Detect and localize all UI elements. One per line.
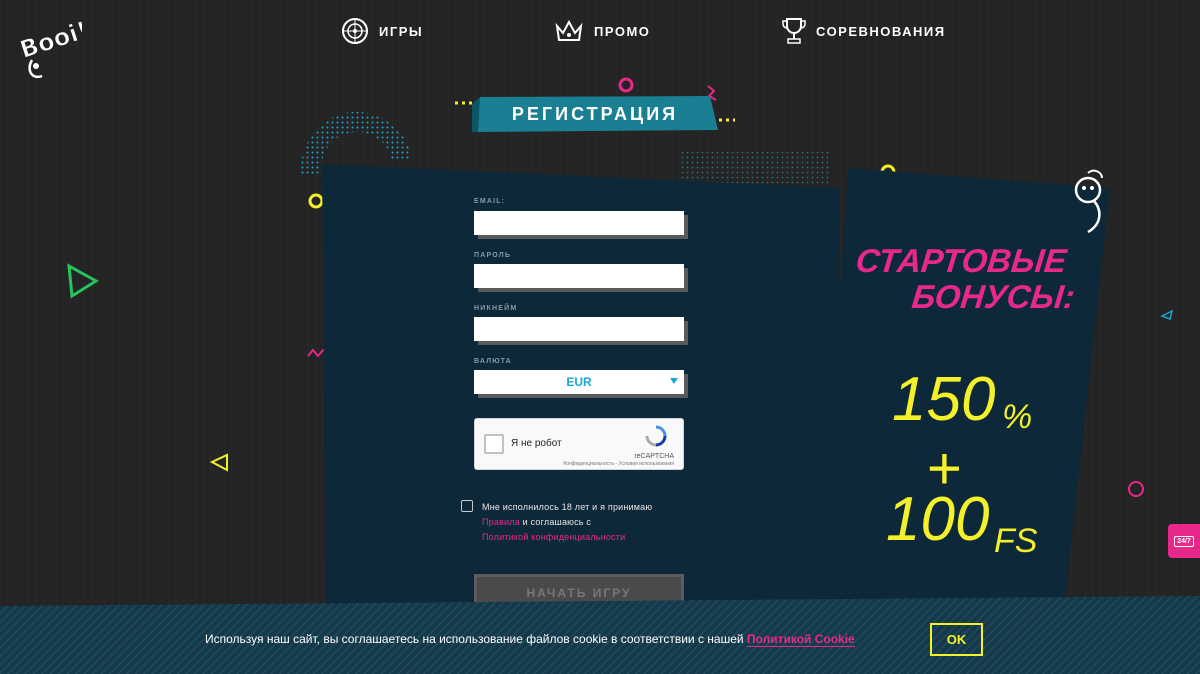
nickname-label: НИКНЕЙМ bbox=[474, 305, 518, 312]
cookie-message: Используя наш сайт, вы соглашаетесь на и… bbox=[205, 632, 855, 647]
cookie-ok-button[interactable]: OK bbox=[930, 623, 983, 656]
currency-value: EUR bbox=[566, 375, 592, 389]
recaptcha-icon bbox=[645, 425, 667, 447]
main-nav: ИГРЫ ПРОМО СОРЕВНОВАНИЯ bbox=[0, 14, 1200, 48]
registration-title: РЕГИСТРАЦИЯ bbox=[511, 103, 679, 124]
recaptcha-checkbox[interactable] bbox=[484, 434, 504, 454]
nickname-field[interactable] bbox=[474, 317, 684, 341]
bonus-spins-value: 100 bbox=[886, 485, 990, 554]
currency-select[interactable]: EUR bbox=[474, 370, 684, 394]
bonus-title-line2: БОНУСЫ: bbox=[910, 278, 1077, 315]
bonus-percent-sign: % bbox=[1002, 398, 1033, 436]
agree-line3: Политикой конфиденциальности bbox=[482, 532, 625, 542]
recaptcha-terms[interactable]: Конфиденциальность - Условия использован… bbox=[563, 461, 674, 467]
password-field[interactable] bbox=[474, 264, 684, 288]
bonus-percent-value: 150 bbox=[892, 365, 996, 434]
nav-item-tournaments[interactable]: СОРЕВНОВАНИЯ bbox=[782, 14, 946, 48]
recaptcha-label: Я не робот bbox=[511, 438, 562, 449]
password-label: ПАРОЛЬ bbox=[474, 252, 512, 259]
cookie-text: Используя наш сайт, вы соглашаетесь на и… bbox=[205, 632, 747, 646]
support-chat-button[interactable]: 24/7 bbox=[1168, 524, 1200, 558]
agree-checkbox[interactable] bbox=[461, 500, 473, 512]
nav-item-games[interactable]: ИГРЫ bbox=[341, 14, 423, 48]
bonus-spins-unit: FS bbox=[994, 522, 1038, 560]
recaptcha-widget: Я не робот reCAPTCHA Конфиденциальность … bbox=[474, 418, 684, 470]
support-chat-label: 24/7 bbox=[1174, 535, 1194, 547]
roulette-icon bbox=[342, 18, 368, 44]
monkey-icon bbox=[1074, 169, 1103, 234]
currency-label: ВАЛЮТА bbox=[474, 358, 512, 365]
email-label: EMAIL: bbox=[474, 198, 506, 205]
agree-line2-text: и соглашаюсь с bbox=[519, 517, 592, 527]
agree-line2: Правила и соглашаюсь с bbox=[482, 517, 591, 527]
trophy-icon bbox=[782, 18, 806, 44]
nav-item-promo-label: ПРОМО bbox=[594, 23, 651, 39]
privacy-link[interactable]: Политикой конфиденциальности bbox=[482, 532, 625, 542]
nav-item-promo[interactable]: ПРОМО bbox=[554, 14, 650, 48]
cookie-policy-link[interactable]: Политикой Cookie bbox=[746, 632, 855, 647]
chevron-down-icon bbox=[670, 378, 678, 384]
nav-item-games-label: ИГРЫ bbox=[379, 23, 424, 39]
bonus-title-line1: СТАРТОВЫЕ bbox=[854, 242, 1069, 279]
rules-link[interactable]: Правила bbox=[482, 517, 520, 527]
nav-item-tournaments-label: СОРЕВНОВАНИЯ bbox=[816, 23, 946, 39]
recaptcha-brand: reCAPTCHA bbox=[634, 453, 674, 460]
crown-icon bbox=[555, 19, 583, 41]
agree-line1: Мне исполнилось 18 лет и я принимаю bbox=[482, 502, 653, 512]
email-field[interactable] bbox=[474, 211, 684, 235]
